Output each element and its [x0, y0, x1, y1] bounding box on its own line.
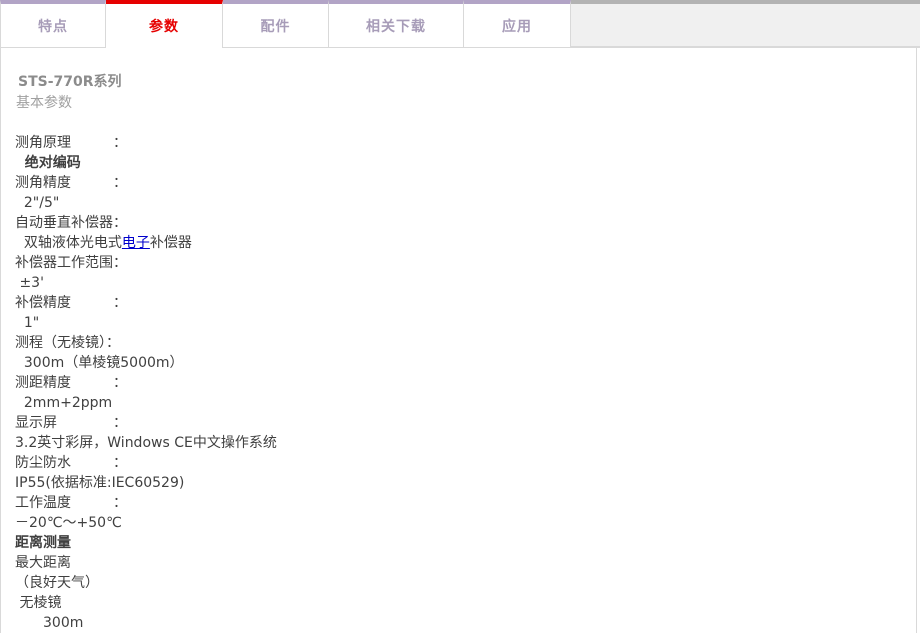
spec-line: IP55(依据标准:IEC60529): [15, 473, 896, 493]
spec-line: 测角精度 ：: [15, 173, 896, 193]
spec-text: 300m（单棱镜5000m）: [15, 355, 184, 371]
spec-line: 防尘防水 ：: [15, 453, 896, 473]
spec-line: 补偿器工作范围：: [15, 253, 896, 273]
spec-text: 测距精度 ：: [15, 375, 127, 391]
spec-text: IP55(依据标准:IEC60529): [15, 475, 184, 491]
tab-applications[interactable]: 应用: [464, 0, 571, 48]
spec-text: 补偿器: [150, 235, 192, 251]
tab-accessories[interactable]: 配件: [223, 0, 329, 48]
spec-line: 无棱镜: [15, 593, 896, 613]
tab-bar: 特点参数配件相关下载应用: [0, 0, 920, 48]
spec-line: 显示屏 ：: [15, 413, 896, 433]
spec-text: 1": [15, 315, 39, 331]
series-title: STS-770R系列: [15, 71, 896, 93]
spec-line: 双轴液体光电式电子补偿器: [15, 233, 896, 253]
spacer: [15, 113, 896, 133]
spec-text: 绝对编码: [15, 155, 81, 171]
spec-line: 自动垂直补偿器：: [15, 213, 896, 233]
spec-line: 补偿精度 ：: [15, 293, 896, 313]
spec-text: 补偿器工作范围：: [15, 255, 127, 271]
spec-text: 工作温度 ：: [15, 495, 127, 511]
spec-text: 2"/5": [15, 195, 59, 211]
spec-text: （良好天气）: [15, 575, 99, 591]
section-subtitle: 基本参数: [15, 93, 896, 113]
spec-text: 测角精度 ：: [15, 175, 127, 191]
spec-line: 300m（单棱镜5000m）: [15, 353, 896, 373]
spec-text: 最大距离: [15, 555, 71, 571]
spec-list: 测角原理 ： 绝对编码测角精度 ： 2"/5" 自动垂直补偿器： 双轴液体光电式电…: [15, 133, 896, 633]
spec-line: 测角原理 ：: [15, 133, 896, 153]
spec-text: 防尘防水 ：: [15, 455, 127, 471]
spec-line: 1": [15, 313, 896, 333]
spec-line: 距离测量: [15, 533, 896, 553]
spec-text: 补偿精度 ：: [15, 295, 127, 311]
tab-parameters[interactable]: 参数: [106, 0, 223, 48]
spec-line: ±3': [15, 273, 896, 293]
spec-line: （良好天气）: [15, 573, 896, 593]
spec-text: －20℃～+50℃: [15, 515, 122, 531]
content-panel: STS-770R系列 基本参数 测角原理 ： 绝对编码测角精度 ： 2"/5" 自…: [0, 48, 917, 633]
inline-link[interactable]: 电子: [122, 235, 150, 251]
spec-line: 测程（无棱镜）：: [15, 333, 896, 353]
spec-line: 2mm+2ppm: [15, 393, 896, 413]
spec-line: 2"/5": [15, 193, 896, 213]
tab-downloads[interactable]: 相关下载: [329, 0, 464, 48]
product-spec-page: 特点参数配件相关下载应用 STS-770R系列 基本参数 测角原理 ： 绝对编码…: [0, 0, 920, 633]
spec-line: 测距精度 ：: [15, 373, 896, 393]
spec-text: 测角原理 ：: [15, 135, 127, 151]
spec-text: 3.2英寸彩屏，Windows CE中文操作系统: [15, 435, 277, 451]
spec-line: 工作温度 ：: [15, 493, 896, 513]
spec-text: 无棱镜: [15, 595, 61, 611]
spec-text: 双轴液体光电式: [15, 235, 122, 251]
spec-text: 测程（无棱镜）：: [15, 335, 120, 351]
spec-line: 最大距离: [15, 553, 896, 573]
spec-text: 300m: [15, 615, 83, 631]
spec-text: ±3': [15, 275, 44, 291]
tab-features[interactable]: 特点: [0, 0, 106, 48]
spec-text: 显示屏 ：: [15, 415, 127, 431]
spec-text: 自动垂直补偿器：: [15, 215, 127, 231]
spec-text: 2mm+2ppm: [15, 395, 112, 411]
spec-text: 距离测量: [15, 535, 71, 551]
tab-bar-filler: [571, 0, 920, 48]
spec-line: 300m: [15, 613, 896, 633]
spec-line: 绝对编码: [15, 153, 896, 173]
spec-line: 3.2英寸彩屏，Windows CE中文操作系统: [15, 433, 896, 453]
spec-line: －20℃～+50℃: [15, 513, 896, 533]
